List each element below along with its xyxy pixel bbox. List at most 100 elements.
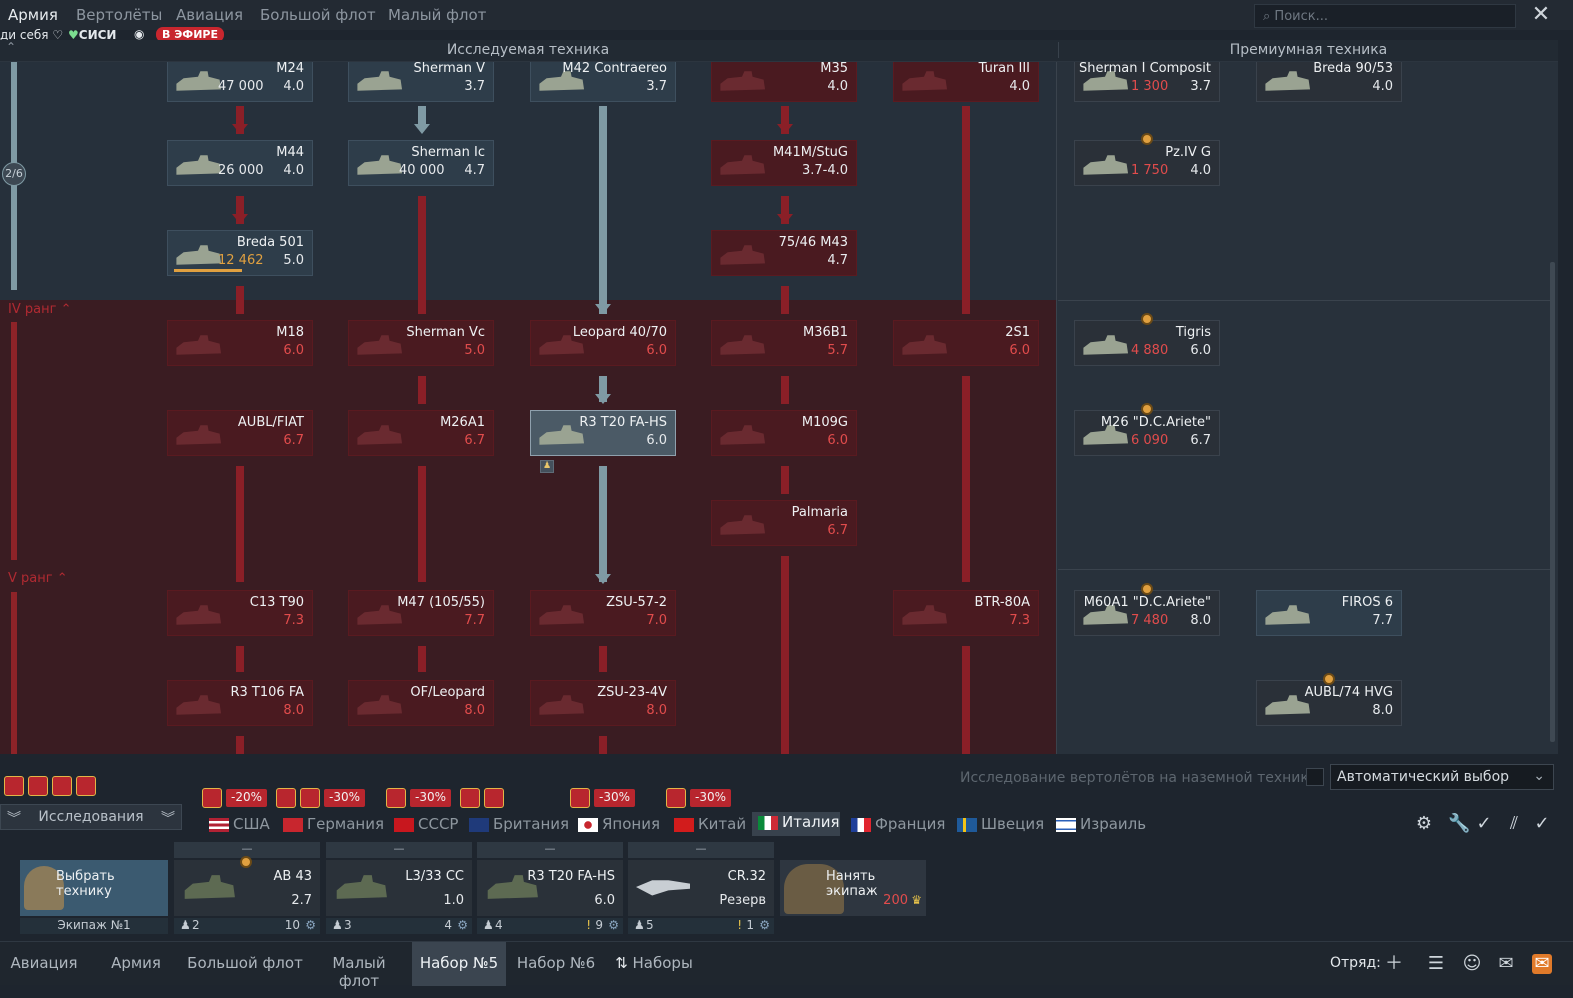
- preset-tab-bluewater[interactable]: Большой флот: [184, 942, 306, 986]
- tree-link: [418, 646, 426, 672]
- vehicle-card[interactable]: 75/46 M43 4.7: [711, 230, 857, 276]
- battle-rating: 3.7: [1190, 79, 1211, 94]
- vehicle-card[interactable]: R3 T106 FA 8.0: [167, 680, 313, 726]
- vehicle-card[interactable]: Sherman Ic 40 000 4.7: [348, 140, 494, 186]
- vehicle-card[interactable]: M36B1 5.7: [711, 320, 857, 366]
- slot-battle-rating: Резерв: [719, 893, 766, 908]
- crew-slot[interactable]: — R3 T20 FA-HS 6.0 ♟ 4! 9 ⚙: [477, 842, 623, 934]
- preset-tab-coastal[interactable]: Малый флот: [310, 942, 408, 990]
- vehicle-name: Sherman Vc: [406, 325, 485, 340]
- checkmark-icon[interactable]: ✓: [1532, 814, 1552, 834]
- nation-tab-britain[interactable]: Британия: [469, 815, 569, 833]
- tree-arrow: [777, 124, 793, 134]
- nation-tab-sweden[interactable]: Швеция: [957, 815, 1044, 833]
- tab-bluewater-fleet[interactable]: Большой флот: [260, 6, 376, 24]
- chat-icon[interactable]: ✉: [1496, 954, 1516, 974]
- wrench-icon[interactable]: 🔧: [1448, 814, 1470, 834]
- nation-tab-germany[interactable]: Германия: [283, 815, 384, 833]
- slot-top: —: [326, 842, 472, 858]
- percent-bonus-icon[interactable]: [76, 776, 96, 796]
- vehicle-card[interactable]: M26A1 6.7: [348, 410, 494, 456]
- vehicle-card[interactable]: M24 47 000 4.0: [167, 62, 313, 102]
- close-icon[interactable]: ✕: [1528, 4, 1554, 28]
- premium-vehicle-card[interactable]: Pz.IV G 1 750 4.0: [1074, 133, 1220, 186]
- vehicle-card[interactable]: Leopard 40/70 6.0: [530, 320, 676, 366]
- star-bonus-icon[interactable]: [4, 776, 24, 796]
- vehicle-name: Palmaria: [791, 505, 848, 520]
- nation-tab-china[interactable]: Китай: [674, 815, 746, 833]
- premium-vehicle-card[interactable]: Sherman I Composit 1 300 3.7: [1074, 62, 1220, 102]
- crew-slot[interactable]: — L3/33 CC 1.0 ♟ 3 4 ⚙: [326, 842, 472, 934]
- tab-coastal-fleet[interactable]: Малый флот: [388, 6, 486, 24]
- preset-tab-set6[interactable]: Набор №6: [510, 942, 602, 986]
- nation-tab-usa[interactable]: США: [209, 815, 270, 833]
- gear-icon[interactable]: ⚙: [1414, 814, 1434, 834]
- tab-army[interactable]: Армия: [8, 6, 58, 24]
- rank-5-label[interactable]: V ранг ⌃: [8, 571, 68, 586]
- list-bonus-icon[interactable]: [52, 776, 72, 796]
- rank-4-label[interactable]: IV ранг ⌃: [8, 302, 71, 317]
- premium-vehicle-card[interactable]: Tigris 4 880 6.0: [1074, 313, 1220, 366]
- premium-vehicle-card[interactable]: AUBL/74 HVG 8.0: [1256, 673, 1402, 726]
- chevron-down-icon: ︾: [7, 811, 21, 827]
- search-input[interactable]: ⌕ Поиск...: [1254, 4, 1516, 28]
- list-icon[interactable]: ☰: [1426, 954, 1446, 974]
- nation-tab-france[interactable]: Франция: [851, 815, 945, 833]
- crew-slot[interactable]: — CR.32 Резерв ♟ 5! 1 ⚙: [628, 842, 774, 934]
- vehicle-card[interactable]: Breda 501 12 462 5.0: [167, 230, 313, 276]
- research-progress-bar: [174, 269, 242, 272]
- warning-icon: !: [586, 918, 591, 932]
- vehicle-card[interactable]: ZSU-57-2 7.0: [530, 590, 676, 636]
- timer-bonus-icon[interactable]: [28, 776, 48, 796]
- helicopter-research-checkbox[interactable]: [1306, 768, 1324, 786]
- preset-tab-aviation[interactable]: Авиация: [0, 942, 88, 986]
- vehicle-card[interactable]: OF/Leopard 8.0: [348, 680, 494, 726]
- vehicle-card[interactable]: M18 6.0: [167, 320, 313, 366]
- repair-all-icon[interactable]: ⫽: [1504, 814, 1524, 834]
- auto-select-dropdown[interactable]: Автоматический выбор ⌄: [1330, 764, 1554, 790]
- vehicle-card[interactable]: ZSU-23-4V 8.0: [530, 680, 676, 726]
- vehicle-card[interactable]: M42 Contraereo 3.7: [530, 62, 676, 102]
- nation-tab-ussr[interactable]: СССР: [394, 815, 458, 833]
- presets-button[interactable]: ⇅ Наборы: [606, 942, 702, 986]
- mail-icon[interactable]: ✉: [1532, 954, 1552, 974]
- nation-tab-italy[interactable]: Италия: [752, 812, 840, 836]
- vehicle-card[interactable]: M41M/StuG 3.7-4.0: [711, 140, 857, 186]
- friends-icon[interactable]: ☺: [1462, 954, 1482, 974]
- research-button[interactable]: ︾ Исследования ︾: [0, 804, 182, 830]
- vehicle-card[interactable]: Turan III 4.0: [893, 62, 1039, 102]
- vehicle-card[interactable]: M44 26 000 4.0: [167, 140, 313, 186]
- premium-vehicle-card[interactable]: Breda 90/53 4.0: [1256, 62, 1402, 102]
- rank-progress-line: [11, 322, 17, 560]
- hire-crew-button[interactable]: Нанять экипаж 200 ♛: [780, 860, 926, 916]
- vehicle-card[interactable]: M47 (105/55) 7.7: [348, 590, 494, 636]
- vehicle-card[interactable]: Sherman Vc 5.0: [348, 320, 494, 366]
- premium-vehicle-card[interactable]: FIROS 6 7.7: [1256, 590, 1402, 636]
- vehicle-card[interactable]: AUBL/FIAT 6.7: [167, 410, 313, 456]
- plus-icon[interactable]: ＋: [1384, 954, 1404, 974]
- vehicle-card[interactable]: Palmaria 6.7: [711, 500, 857, 546]
- timer-bonus-icon: [300, 788, 320, 808]
- vehicle-name: Sherman I Composit: [1079, 62, 1211, 76]
- premium-vehicle-card[interactable]: M60A1 "D.C.Ariete" 7 480 8.0: [1074, 583, 1220, 636]
- nation-tab-japan[interactable]: Япония: [578, 815, 660, 833]
- eye-icon[interactable]: ◉: [134, 27, 144, 41]
- checkmark-icon[interactable]: ✓: [1474, 814, 1494, 834]
- battle-rating: 6.7: [464, 433, 485, 448]
- vehicle-card[interactable]: M35 4.0: [711, 62, 857, 102]
- battle-rating: 4.0: [283, 79, 304, 94]
- vehicle-card[interactable]: M109G 6.0: [711, 410, 857, 456]
- premium-vehicle-card[interactable]: M26 "D.C.Ariete" 6 090 6.7: [1074, 403, 1220, 456]
- preset-tab-set5[interactable]: Набор №5: [412, 942, 506, 986]
- vehicle-card[interactable]: Sherman V 3.7: [348, 62, 494, 102]
- vehicle-card[interactable]: 2S1 6.0: [893, 320, 1039, 366]
- selected-vehicle-card[interactable]: R3 T20 FA-HS 6.0: [530, 410, 676, 456]
- tab-aviation[interactable]: Авиация: [176, 6, 243, 24]
- nation-tab-israel[interactable]: Израиль: [1056, 815, 1146, 833]
- choose-vehicle-button[interactable]: Выбрать технику: [20, 860, 168, 916]
- tab-helicopters[interactable]: Вертолёты: [76, 6, 162, 24]
- vehicle-card[interactable]: C13 T90 7.3: [167, 590, 313, 636]
- vehicle-card[interactable]: BTR-80A 7.3: [893, 590, 1039, 636]
- preset-tab-army[interactable]: Армия: [94, 942, 178, 986]
- scrollbar[interactable]: [1550, 262, 1555, 742]
